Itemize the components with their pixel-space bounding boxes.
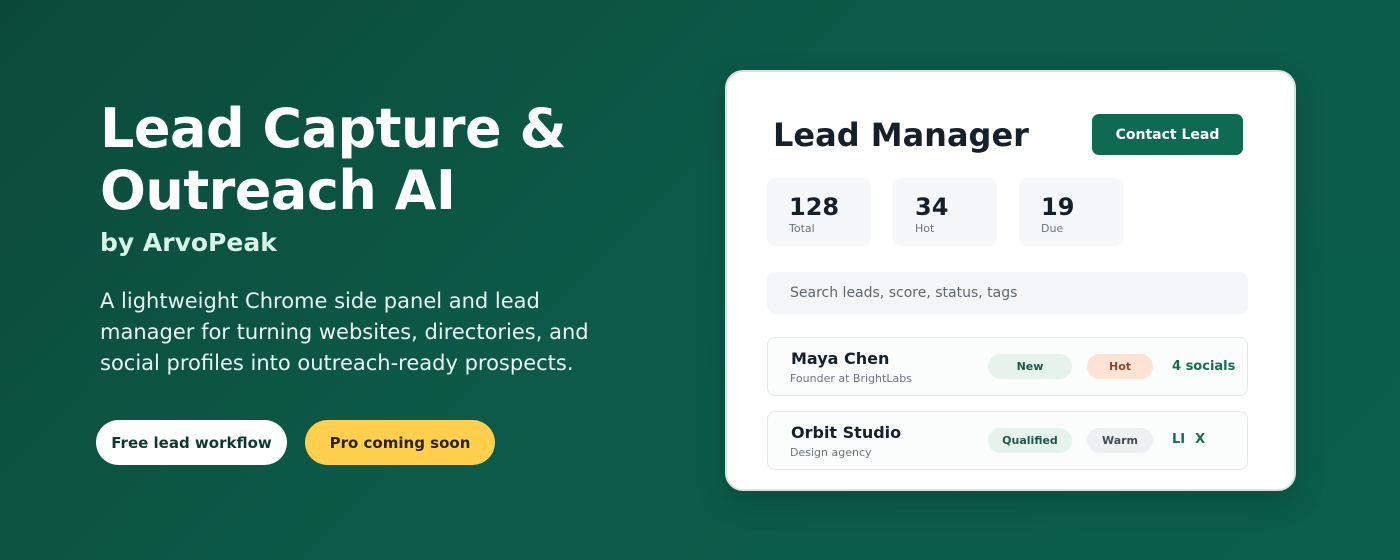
- temperature-badge: Hot: [1087, 354, 1153, 379]
- stat-due: 19 Due: [1019, 178, 1123, 246]
- social-links: LI X: [1172, 432, 1205, 447]
- x-icon[interactable]: X: [1195, 432, 1205, 447]
- socials-count[interactable]: 4 socials: [1172, 359, 1235, 374]
- temperature-badge: Warm: [1087, 428, 1153, 453]
- status-badge: New: [988, 354, 1072, 379]
- free-workflow-button[interactable]: Free lead workflow: [96, 420, 287, 465]
- stat-value: 128: [789, 193, 840, 221]
- hero-subtitle: by ArvoPeak: [100, 228, 277, 257]
- linkedin-icon[interactable]: LI: [1172, 432, 1185, 447]
- lead-row[interactable]: Maya Chen Founder at BrightLabs New Hot …: [767, 337, 1248, 396]
- stat-value: 34: [915, 193, 949, 221]
- lead-manager-card: Lead Manager Contact Lead 128 Total 34 H…: [725, 70, 1296, 491]
- stat-total: 128 Total: [767, 178, 871, 246]
- hero-section: Lead Capture & Outreach AI by ArvoPeak A…: [100, 98, 660, 379]
- lead-role: Design agency: [790, 446, 872, 459]
- stat-label: Hot: [915, 222, 935, 235]
- card-title: Lead Manager: [773, 116, 1029, 154]
- cta-row: Free lead workflow Pro coming soon: [96, 420, 495, 465]
- stats-row: 128 Total 34 Hot 19 Due: [767, 178, 1123, 246]
- lead-row[interactable]: Orbit Studio Design agency Qualified War…: [767, 411, 1248, 470]
- stat-label: Due: [1041, 222, 1064, 235]
- contact-lead-button[interactable]: Contact Lead: [1092, 114, 1243, 155]
- hero-description: A lightweight Chrome side panel and lead…: [100, 289, 589, 375]
- stat-hot: 34 Hot: [893, 178, 997, 246]
- pro-coming-soon-button[interactable]: Pro coming soon: [305, 420, 495, 465]
- status-badge: Qualified: [988, 428, 1072, 453]
- hero-title: Lead Capture & Outreach AI: [100, 97, 567, 222]
- stat-label: Total: [789, 222, 815, 235]
- lead-name: Maya Chen: [791, 349, 890, 368]
- stat-value: 19: [1041, 193, 1075, 221]
- search-input[interactable]: [767, 272, 1248, 314]
- lead-name: Orbit Studio: [791, 423, 902, 442]
- lead-role: Founder at BrightLabs: [790, 372, 912, 385]
